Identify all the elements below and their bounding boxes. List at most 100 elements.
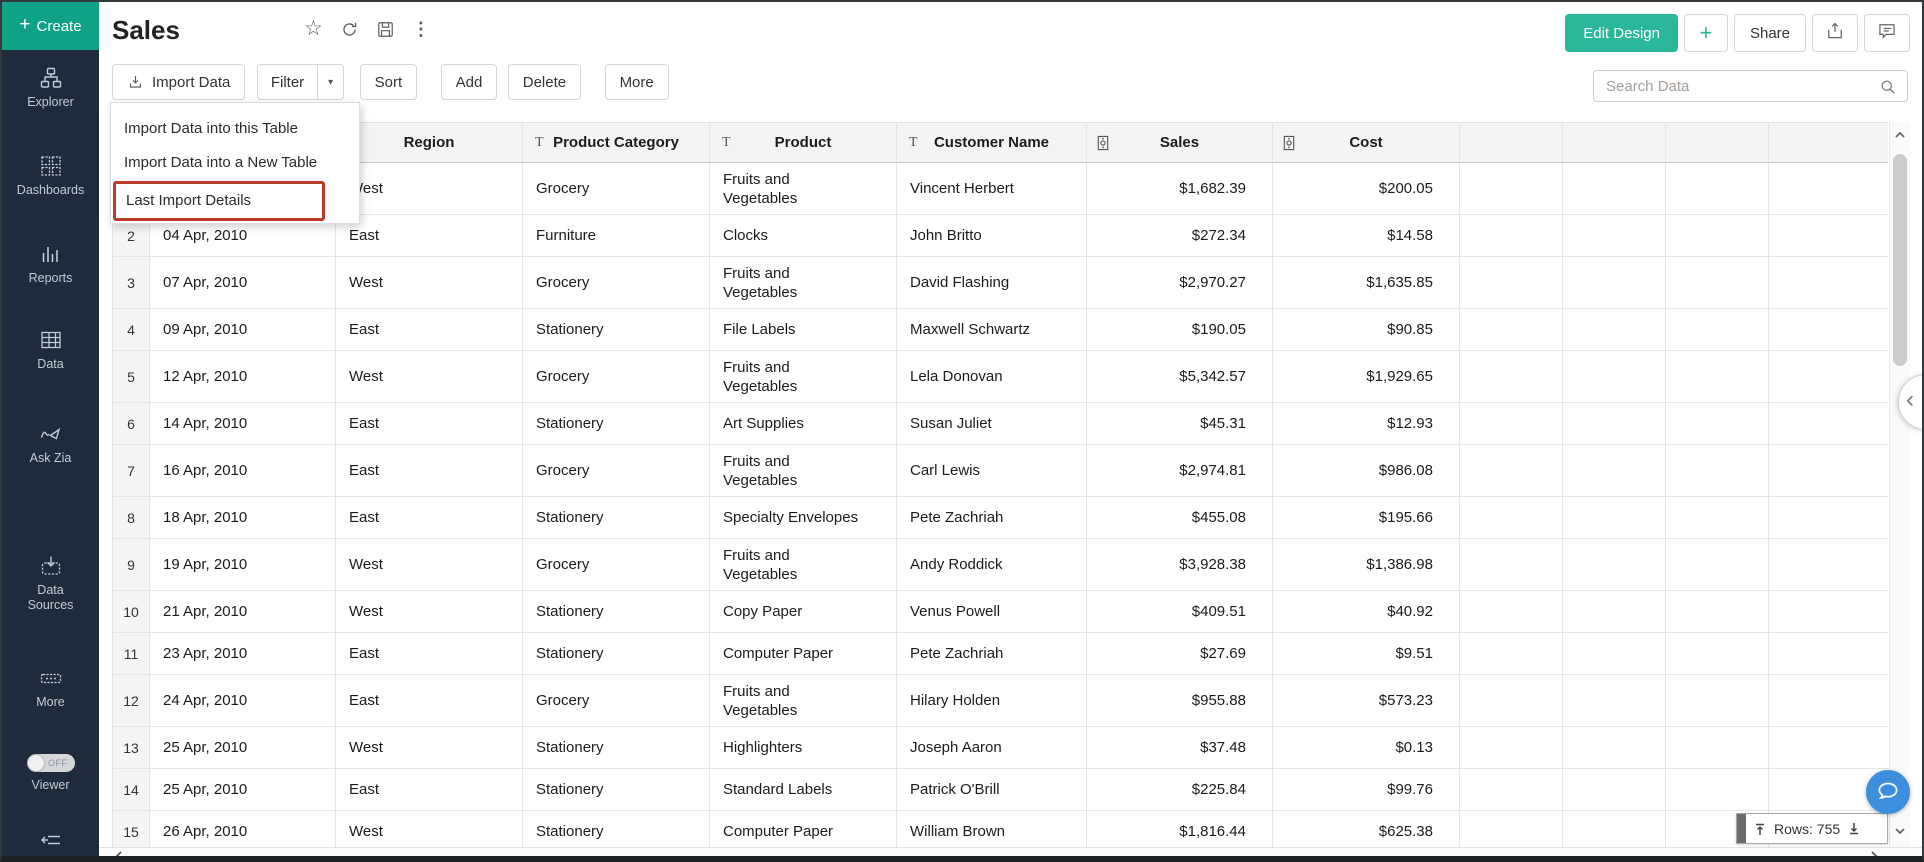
cell-cost[interactable]: $1,386.98 xyxy=(1273,539,1460,591)
sidebar-collapse-button[interactable] xyxy=(2,828,99,857)
cell-region[interactable]: West xyxy=(336,257,523,309)
cell-category[interactable]: Grocery xyxy=(523,445,710,497)
cell-category[interactable]: Stationery xyxy=(523,727,710,769)
sidebar-item-ask-zia[interactable]: Ask Zia xyxy=(2,422,99,466)
cell-sales[interactable]: $409.51 xyxy=(1087,591,1273,633)
cell-cost[interactable]: $573.23 xyxy=(1273,675,1460,727)
column-header-cost[interactable]: Cost xyxy=(1273,123,1460,163)
cell-region[interactable]: East xyxy=(336,309,523,351)
cell-sales[interactable]: $37.48 xyxy=(1087,727,1273,769)
cell-date[interactable]: 23 Apr, 2010 xyxy=(150,633,336,675)
cell-region[interactable]: East xyxy=(336,633,523,675)
cell-cost[interactable]: $99.76 xyxy=(1273,769,1460,811)
cell-category[interactable]: Stationery xyxy=(523,633,710,675)
badge-grip-handle[interactable] xyxy=(1737,814,1746,843)
cell-n[interactable]: 4 xyxy=(113,309,150,351)
cell-date[interactable]: 24 Apr, 2010 xyxy=(150,675,336,727)
cell-product[interactable]: Computer Paper xyxy=(710,811,897,848)
cell-date[interactable]: 25 Apr, 2010 xyxy=(150,769,336,811)
cell-region[interactable]: East xyxy=(336,769,523,811)
cell-customer[interactable]: Andy Roddick xyxy=(897,539,1087,591)
cell-category[interactable]: Stationery xyxy=(523,769,710,811)
cell-customer[interactable]: Pete Zachriah xyxy=(897,633,1087,675)
cell-customer[interactable]: Maxwell Schwartz xyxy=(897,309,1087,351)
sidebar-item-data[interactable]: Data xyxy=(2,328,99,372)
cell-sales[interactable]: $1,682.39 xyxy=(1087,163,1273,215)
cell-date[interactable]: 09 Apr, 2010 xyxy=(150,309,336,351)
cell-customer[interactable]: John Britto xyxy=(897,215,1087,257)
cell-product[interactable]: Specialty Envelopes xyxy=(710,497,897,539)
cell-sales[interactable]: $272.34 xyxy=(1087,215,1273,257)
cell-customer[interactable]: William Brown xyxy=(897,811,1087,848)
cell-product[interactable]: Art Supplies xyxy=(710,403,897,445)
share-button[interactable]: Share xyxy=(1734,14,1806,52)
sort-button[interactable]: Sort xyxy=(360,64,418,100)
cell-date[interactable]: 18 Apr, 2010 xyxy=(150,497,336,539)
cell-category[interactable]: Furniture xyxy=(523,215,710,257)
export-button[interactable] xyxy=(1812,14,1858,52)
cell-sales[interactable]: $27.69 xyxy=(1087,633,1273,675)
menu-item-import-new-table[interactable]: Import Data into a New Table xyxy=(111,147,359,179)
cell-customer[interactable]: Vincent Herbert xyxy=(897,163,1087,215)
delete-button[interactable]: Delete xyxy=(508,64,581,100)
cell-n[interactable]: 11 xyxy=(113,633,150,675)
cell-region[interactable]: East xyxy=(336,403,523,445)
cell-date[interactable]: 07 Apr, 2010 xyxy=(150,257,336,309)
sidebar-item-data-sources[interactable]: Data Sources xyxy=(2,554,99,613)
chat-support-button[interactable] xyxy=(1866,770,1910,814)
cell-region[interactable]: West xyxy=(336,811,523,848)
cell-n[interactable]: 6 xyxy=(113,403,150,445)
cell-n[interactable]: 15 xyxy=(113,811,150,848)
cell-n[interactable]: 13 xyxy=(113,727,150,769)
scroll-down-icon[interactable] xyxy=(1893,824,1907,842)
create-button[interactable]: + Create xyxy=(2,2,99,50)
cell-category[interactable]: Stationery xyxy=(523,497,710,539)
menu-item-last-import-details[interactable]: Last Import Details xyxy=(116,184,322,218)
cell-sales[interactable]: $2,970.27 xyxy=(1087,257,1273,309)
cell-product[interactable]: Fruits and Vegetables xyxy=(710,445,897,497)
menu-item-import-this-table[interactable]: Import Data into this Table xyxy=(111,113,359,145)
cell-product[interactable]: Computer Paper xyxy=(710,633,897,675)
filter-button[interactable]: Filter xyxy=(258,65,317,99)
cell-cost[interactable]: $625.38 xyxy=(1273,811,1460,848)
cell-cost[interactable]: $12.93 xyxy=(1273,403,1460,445)
cell-category[interactable]: Grocery xyxy=(523,257,710,309)
column-header-sales[interactable]: Sales xyxy=(1087,123,1273,163)
sidebar-item-dashboards[interactable]: Dashboards xyxy=(2,154,99,198)
cell-region[interactable]: West xyxy=(336,539,523,591)
cell-category[interactable]: Stationery xyxy=(523,591,710,633)
cell-category[interactable]: Grocery xyxy=(523,351,710,403)
add-new-button[interactable]: + xyxy=(1684,14,1728,52)
cell-region[interactable]: West xyxy=(336,351,523,403)
cell-n[interactable]: 10 xyxy=(113,591,150,633)
cell-n[interactable]: 12 xyxy=(113,675,150,727)
favorite-star-icon[interactable]: ☆ xyxy=(304,19,323,39)
cell-customer[interactable]: Venus Powell xyxy=(897,591,1087,633)
cell-region[interactable]: East xyxy=(336,675,523,727)
filter-caret-icon[interactable]: ▾ xyxy=(317,65,343,99)
cell-product[interactable]: Fruits and Vegetables xyxy=(710,163,897,215)
save-icon[interactable] xyxy=(376,20,395,39)
cell-date[interactable]: 16 Apr, 2010 xyxy=(150,445,336,497)
cell-product[interactable]: Clocks xyxy=(710,215,897,257)
scroll-left-icon[interactable] xyxy=(113,849,125,862)
column-header-category[interactable]: TProduct Category xyxy=(523,123,710,163)
cell-sales[interactable]: $225.84 xyxy=(1087,769,1273,811)
cell-product[interactable]: Fruits and Vegetables xyxy=(710,675,897,727)
go-to-last-row-icon[interactable] xyxy=(1840,822,1868,836)
cell-category[interactable]: Grocery xyxy=(523,539,710,591)
scroll-up-icon[interactable] xyxy=(1893,128,1907,146)
column-header-region[interactable]: Region xyxy=(336,123,523,163)
sidebar-item-more[interactable]: More xyxy=(2,666,99,710)
cell-product[interactable]: Highlighters xyxy=(710,727,897,769)
cell-cost[interactable]: $40.92 xyxy=(1273,591,1460,633)
cell-sales[interactable]: $955.88 xyxy=(1087,675,1273,727)
cell-sales[interactable]: $45.31 xyxy=(1087,403,1273,445)
cell-customer[interactable]: Pete Zachriah xyxy=(897,497,1087,539)
cell-date[interactable]: 25 Apr, 2010 xyxy=(150,727,336,769)
cell-customer[interactable]: Hilary Holden xyxy=(897,675,1087,727)
cell-n[interactable]: 3 xyxy=(113,257,150,309)
search-input[interactable] xyxy=(1594,71,1907,101)
cell-region[interactable]: East xyxy=(336,497,523,539)
cell-n[interactable]: 9 xyxy=(113,539,150,591)
